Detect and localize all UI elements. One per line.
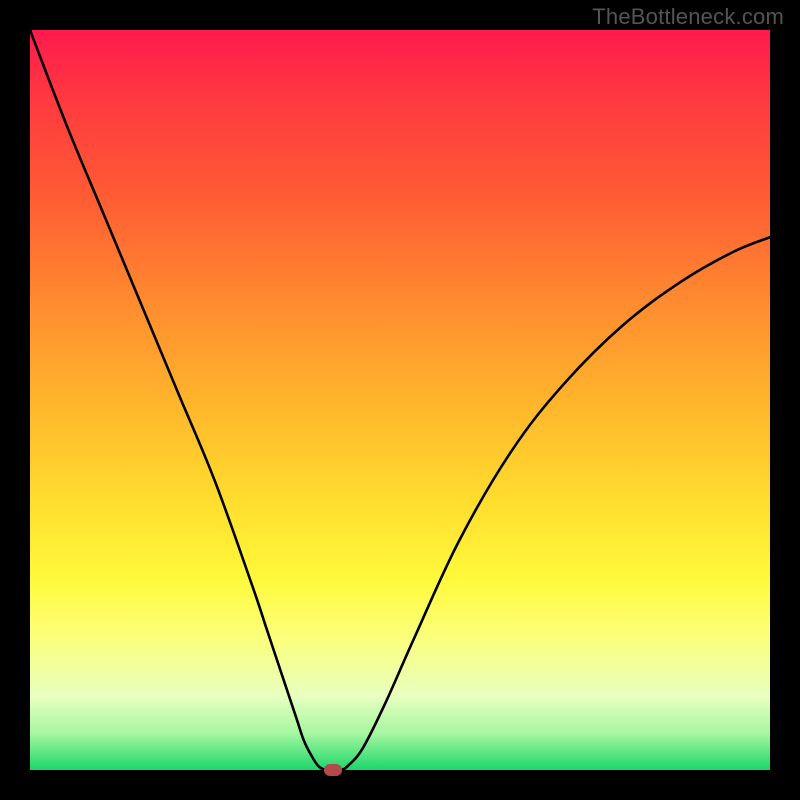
plot-area xyxy=(30,30,770,770)
optimal-point-marker xyxy=(324,764,342,776)
bottleneck-curve xyxy=(30,30,770,770)
chart-frame: TheBottleneck.com xyxy=(0,0,800,800)
watermark-text: TheBottleneck.com xyxy=(592,4,784,30)
curve-svg xyxy=(30,30,770,770)
